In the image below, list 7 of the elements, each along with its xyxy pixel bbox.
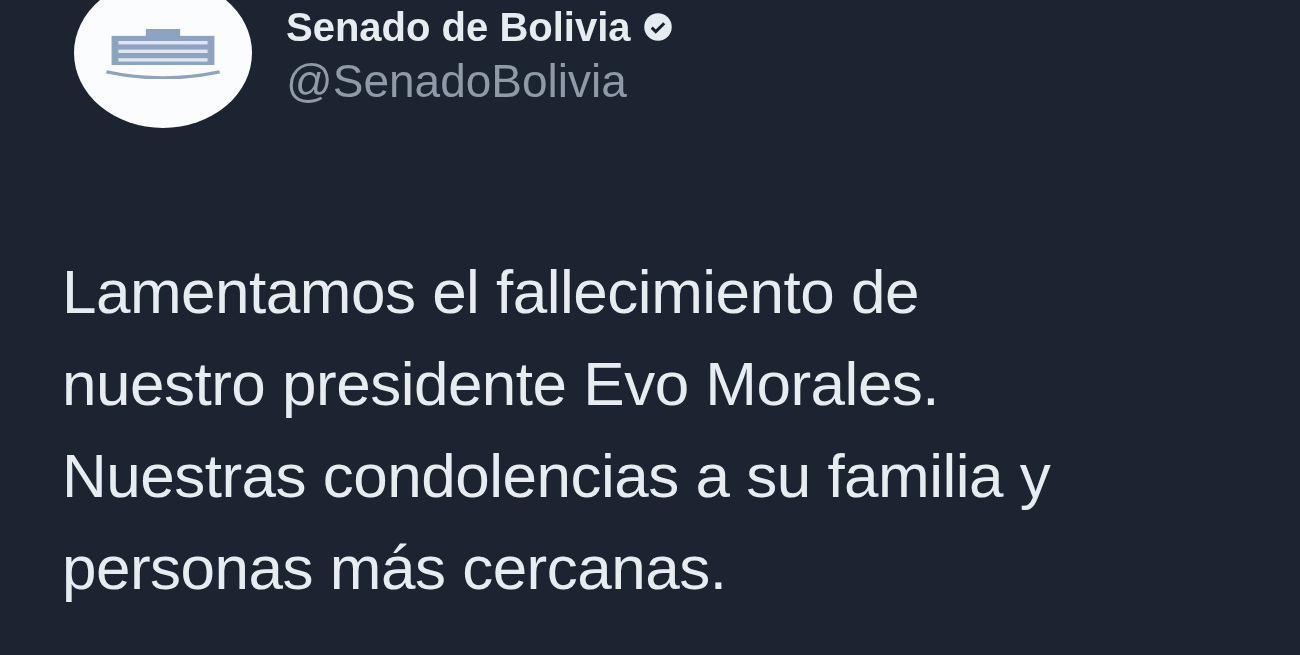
tweet-text-line: Nuestras condolencias a su familia y (62, 440, 1052, 512)
account-handle[interactable]: @SenadoBolivia (286, 54, 673, 108)
tweet-text-line: nuestro presidente Evo Morales. (62, 348, 941, 420)
tweet-text-line: personas más cercanas. (62, 532, 728, 604)
building-logo-icon (103, 27, 223, 79)
account-name[interactable]: Senado de Bolivia (286, 4, 631, 50)
tweet-text-line: Lamentamos el fallecimiento de (62, 256, 920, 328)
